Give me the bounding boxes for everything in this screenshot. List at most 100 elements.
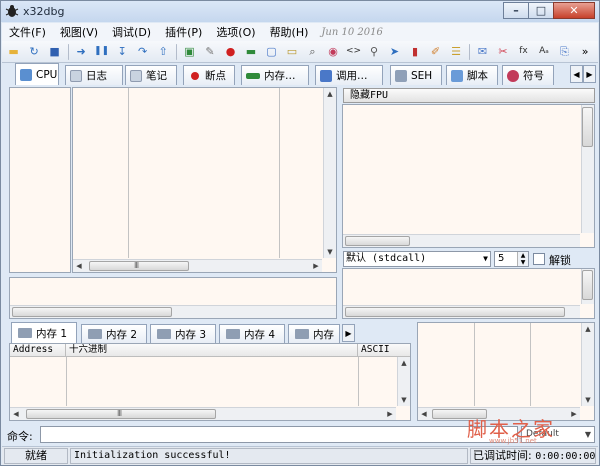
maximize-button[interactable]: □: [528, 2, 554, 19]
tab-scroll-right-button[interactable]: ▶: [583, 65, 596, 83]
disassembly-hscroll[interactable]: ◀ III ▶: [73, 259, 322, 272]
column-ascii[interactable]: ASCII: [358, 344, 410, 357]
menu-debug[interactable]: 调试(D): [105, 24, 158, 40]
function-icon[interactable]: fx: [516, 44, 531, 60]
scroll-thumb[interactable]: [12, 307, 172, 317]
calling-convention-select[interactable]: 默认 (stdcall) ▼: [343, 251, 491, 267]
tracing-icon[interactable]: ▮: [407, 44, 422, 60]
dump-hscroll[interactable]: ◀ III ▶: [10, 407, 396, 420]
scroll-down-icon[interactable]: ▼: [324, 246, 336, 258]
scroll-left-icon[interactable]: ◀: [73, 260, 85, 272]
breakpoint-icon[interactable]: ●: [223, 44, 238, 60]
comments-icon[interactable]: ✉: [475, 44, 490, 60]
registers-vscroll[interactable]: [581, 105, 594, 233]
tab-dump-2[interactable]: 内存 2: [81, 324, 147, 343]
scroll-right-icon[interactable]: ▶: [568, 408, 580, 420]
scroll-thumb[interactable]: [345, 307, 565, 317]
tab-seh[interactable]: SEH: [390, 65, 442, 85]
tab-call-stack[interactable]: 调用…: [315, 65, 383, 85]
stack-view[interactable]: ▲ ▼ ◀ ▶: [417, 322, 595, 421]
column-address[interactable]: Address: [10, 344, 66, 357]
scroll-left-icon[interactable]: ◀: [418, 408, 430, 420]
scroll-thumb[interactable]: III: [89, 261, 189, 271]
tab-dump-1[interactable]: 内存 1: [11, 322, 77, 343]
tab-script[interactable]: 脚本: [446, 65, 498, 85]
run-icon[interactable]: ➜: [73, 44, 88, 60]
menu-file[interactable]: 文件(F): [2, 24, 53, 40]
step-over-icon[interactable]: ↷: [135, 44, 150, 60]
scroll-thumb[interactable]: III: [26, 409, 216, 419]
stack-vscroll[interactable]: ▲ ▼: [581, 323, 594, 406]
tab-symbols[interactable]: 符号: [502, 65, 554, 85]
title-bar[interactable]: x32dbg – □ ✕: [1, 1, 599, 22]
pause-icon[interactable]: ❚❚: [94, 44, 109, 60]
arguments-vscroll[interactable]: [581, 269, 594, 304]
info-box[interactable]: [9, 277, 337, 319]
tab-dump-3[interactable]: 内存 3: [150, 324, 216, 343]
references-icon[interactable]: ◉: [325, 44, 340, 60]
tab-scroll-left-button[interactable]: ◀: [570, 65, 583, 83]
scroll-thumb[interactable]: [582, 107, 593, 147]
script-icon[interactable]: ▣: [182, 44, 197, 60]
bookmarks-icon[interactable]: ✂: [495, 44, 510, 60]
source-icon[interactable]: <>: [346, 44, 361, 60]
font-icon[interactable]: Aₐ: [536, 44, 551, 60]
menu-view[interactable]: 视图(V): [53, 24, 105, 40]
menu-options[interactable]: 选项(O): [209, 24, 262, 40]
menu-plugins[interactable]: 插件(P): [158, 24, 209, 40]
tab-dump-4[interactable]: 内存 4: [219, 324, 285, 343]
tab-dump-5[interactable]: 内存: [288, 324, 340, 343]
notes-icon[interactable]: ✎: [202, 44, 217, 60]
tab-log[interactable]: 日志: [65, 65, 123, 85]
labels-icon[interactable]: ☰: [448, 44, 463, 60]
menu-help[interactable]: 帮助(H): [263, 24, 316, 40]
disassembly-vscroll[interactable]: ▲ ▼: [323, 88, 336, 258]
disassembly-view[interactable]: ▲ ▼ ◀ III ▶: [72, 87, 337, 273]
patch-icon[interactable]: ▭: [284, 44, 299, 60]
registers-view[interactable]: [342, 104, 595, 248]
find-icon[interactable]: ⚲: [366, 44, 381, 60]
scroll-down-icon[interactable]: ▼: [582, 394, 594, 406]
scroll-left-icon[interactable]: ◀: [10, 408, 22, 420]
tab-notes[interactable]: 笔记: [125, 65, 177, 85]
arguments-view[interactable]: [342, 268, 595, 319]
memory-icon[interactable]: ▬: [243, 44, 258, 60]
tab-breakpoints[interactable]: 断点: [183, 65, 235, 85]
dump-vscroll[interactable]: ▲ ▼: [397, 357, 410, 406]
trace-icon[interactable]: ➤: [387, 44, 402, 60]
minimize-button[interactable]: –: [503, 2, 529, 19]
step-into-icon[interactable]: ↧: [114, 44, 129, 60]
tab-memory-map[interactable]: 内存…: [241, 65, 309, 85]
memory-dump-view[interactable]: Address 十六进制 ASCII ▲ ▼ ◀ III ▶: [9, 343, 411, 421]
scroll-right-icon[interactable]: ▶: [310, 260, 322, 272]
scroll-right-icon[interactable]: ▶: [384, 408, 396, 420]
arguments-hscroll[interactable]: [343, 305, 580, 318]
toolbar-overflow-button[interactable]: »: [578, 44, 593, 60]
scroll-up-icon[interactable]: ▲: [582, 323, 594, 335]
branch-view[interactable]: [9, 87, 71, 273]
search-icon[interactable]: ⌕: [305, 44, 320, 60]
scroll-down-icon[interactable]: ▼: [398, 394, 410, 406]
registers-hscroll[interactable]: [343, 234, 580, 247]
highlight-icon[interactable]: ✐: [428, 44, 443, 60]
threads-icon[interactable]: ▢: [264, 44, 279, 60]
column-hex[interactable]: 十六进制: [66, 344, 358, 357]
restart-icon[interactable]: ↻: [27, 44, 42, 60]
stop-icon[interactable]: ■: [47, 44, 62, 60]
scroll-thumb[interactable]: [582, 270, 593, 300]
unlock-checkbox[interactable]: [533, 253, 545, 265]
scroll-thumb[interactable]: [345, 236, 410, 246]
close-button[interactable]: ✕: [553, 2, 595, 19]
info-hscroll[interactable]: [10, 305, 336, 318]
execute-till-return-icon[interactable]: ⇧: [155, 44, 170, 60]
hide-fpu-button[interactable]: 隐藏FPU: [343, 88, 595, 103]
arg-count-stepper[interactable]: 5 ▲ ▼: [494, 251, 529, 267]
open-icon[interactable]: ▬: [6, 44, 21, 60]
scroll-up-icon[interactable]: ▲: [398, 357, 410, 369]
command-input[interactable]: [40, 426, 518, 443]
stepper-arrows-icon[interactable]: ▲ ▼: [517, 252, 528, 266]
dump-tab-scroll-right-button[interactable]: ▶: [342, 324, 355, 342]
scroll-up-icon[interactable]: ▲: [324, 88, 336, 100]
copy-icon[interactable]: ⎘: [557, 44, 572, 60]
tab-cpu[interactable]: CPU: [15, 63, 59, 85]
